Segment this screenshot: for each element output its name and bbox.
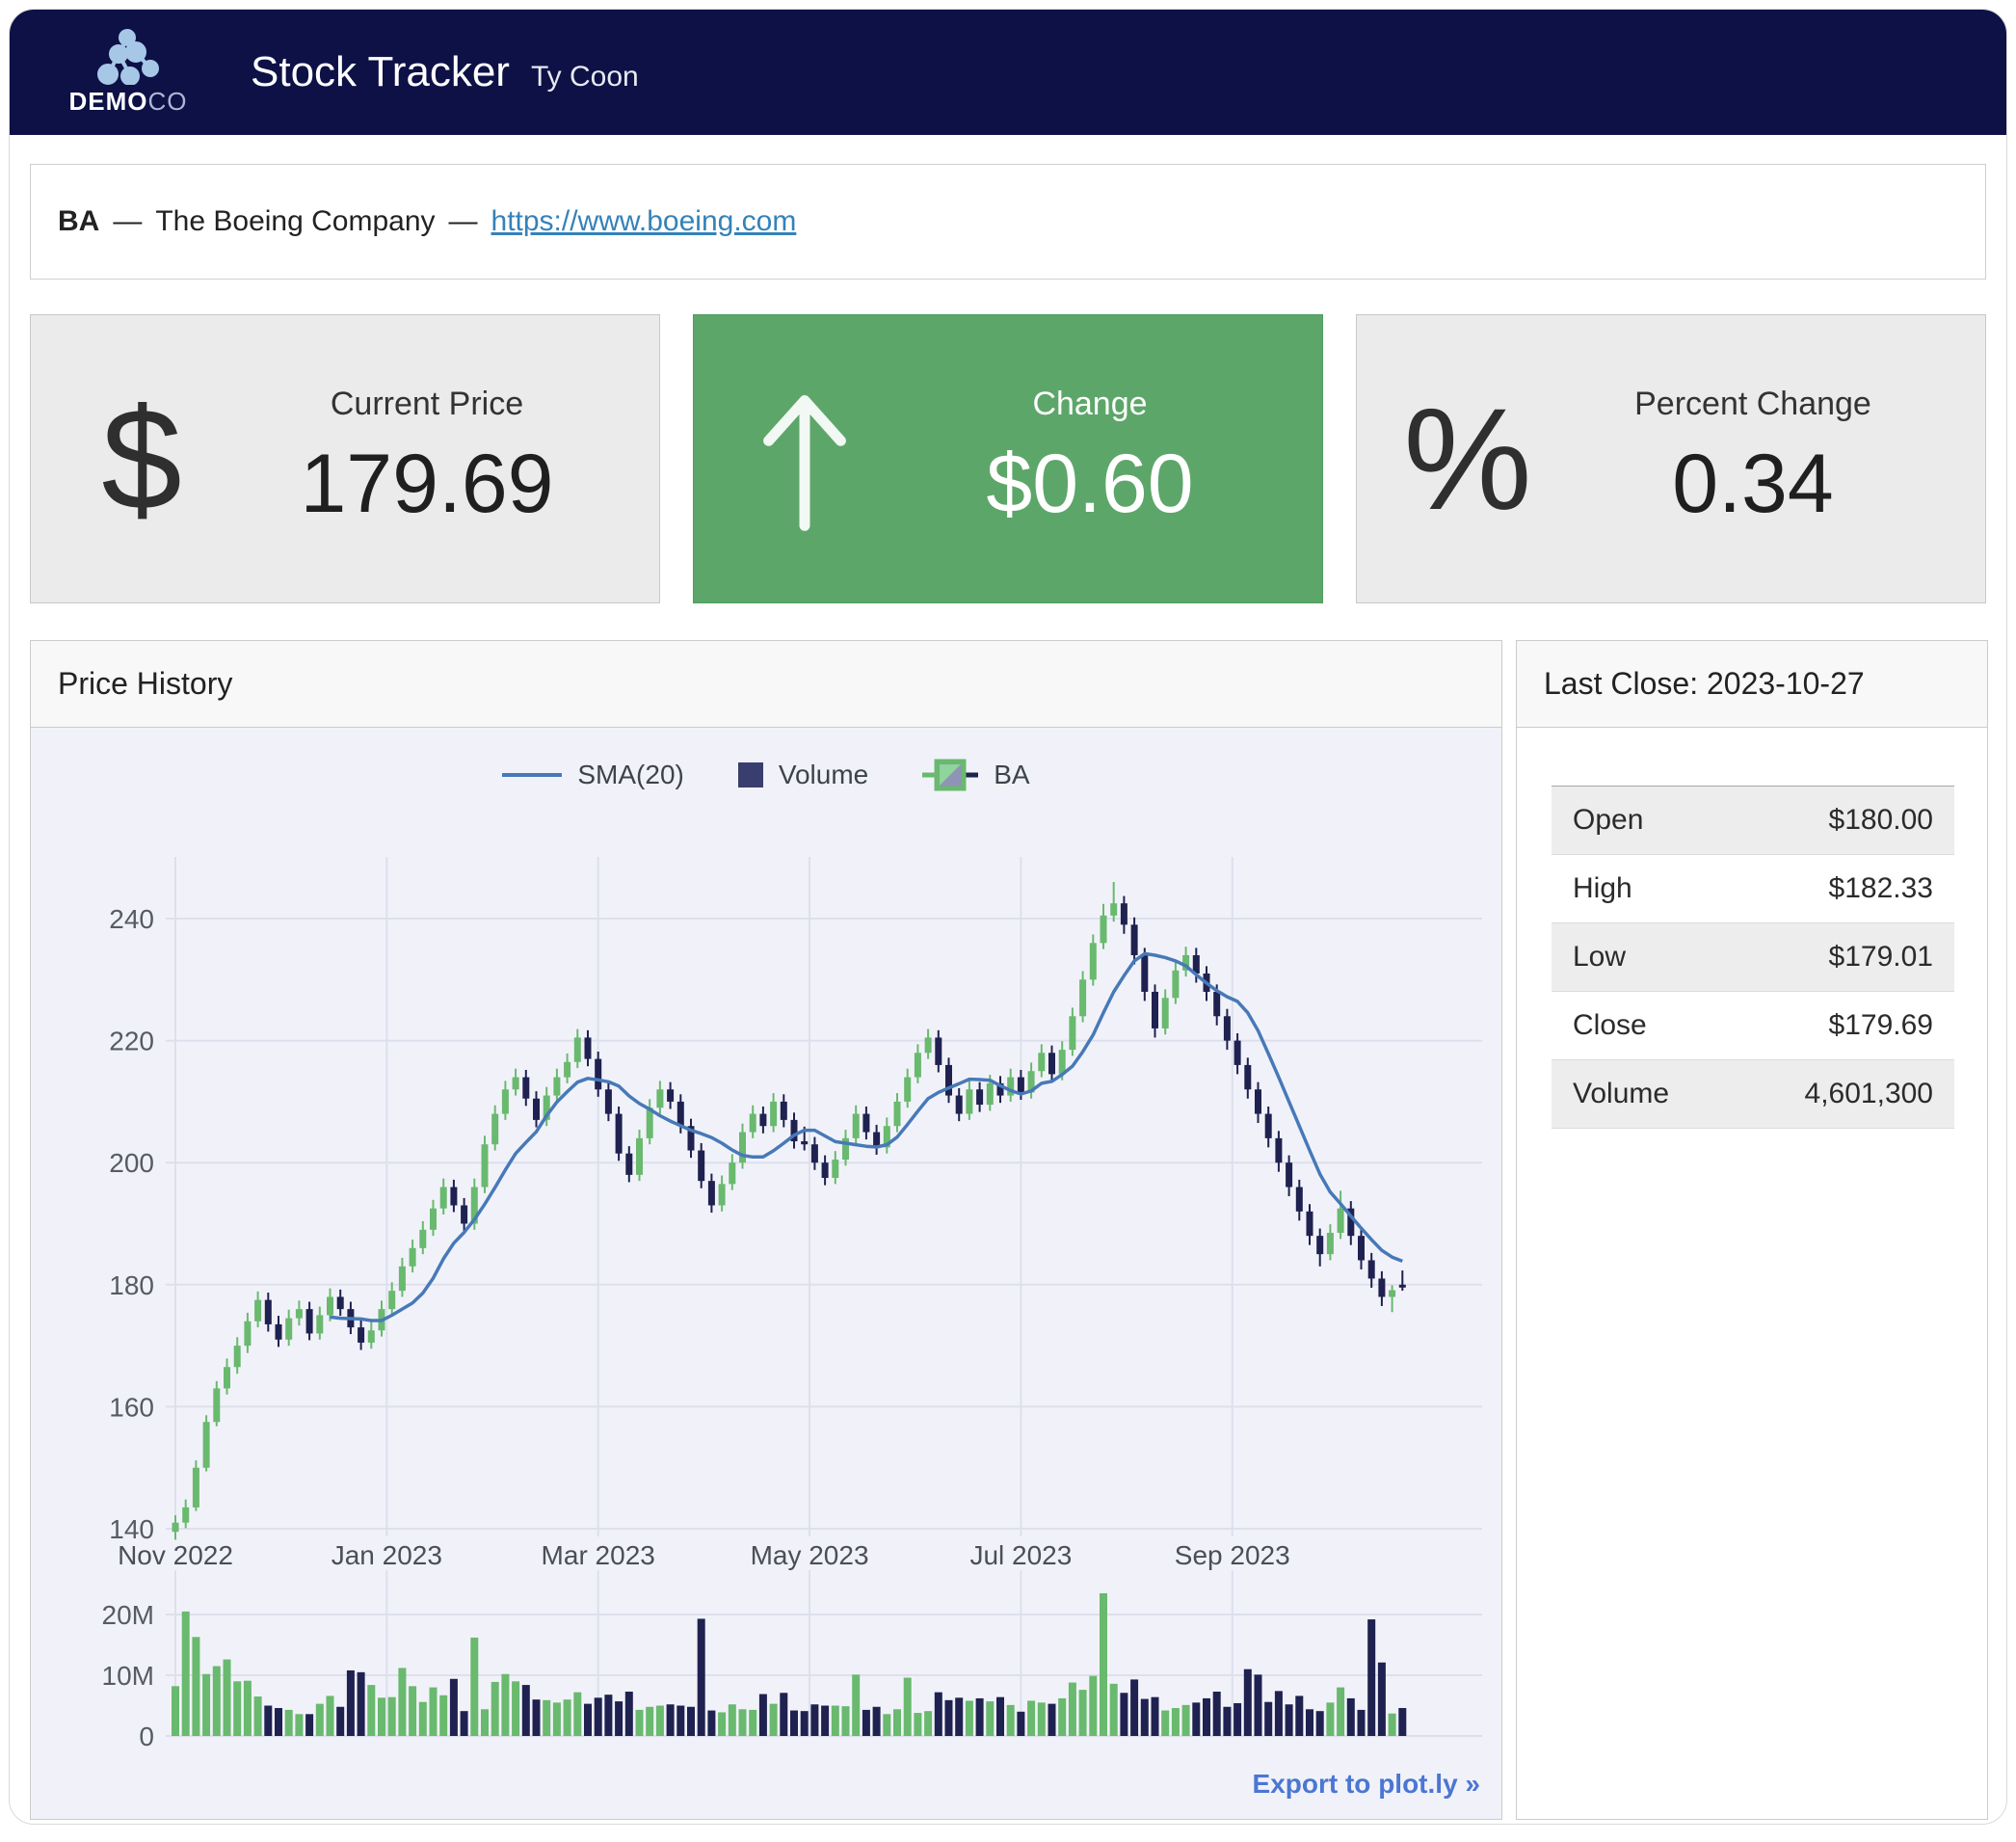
volume-swatch [738, 762, 763, 788]
app-window: DEMOCO Stock Tracker Ty Coon BA — The Bo… [9, 9, 2007, 1825]
svg-text:May 2023: May 2023 [751, 1540, 869, 1570]
stat-cards-row: $ Current Price 179.69 Change $0.60 [30, 314, 1986, 603]
row-value: 4,601,300 [1732, 1060, 1954, 1129]
brand-name: DEMOCO [69, 87, 188, 117]
page-subtitle: Ty Coon [531, 61, 639, 93]
legend-label: SMA(20) [577, 760, 683, 790]
chart-legend: SMA(20) Volume BA [31, 732, 1501, 818]
separator: — [449, 205, 478, 238]
svg-text:Nov 2022: Nov 2022 [118, 1540, 233, 1570]
top-header: DEMOCO Stock Tracker Ty Coon [10, 10, 2006, 135]
row-label: Open [1552, 787, 1732, 855]
company-bar: BA — The Boeing Company — https://www.bo… [30, 164, 1986, 280]
row-label: Close [1552, 992, 1732, 1060]
title-block: Stock Tracker Ty Coon [251, 48, 639, 96]
table-row: High$182.33 [1552, 855, 1954, 923]
price-history-chart-area: SMA(20) Volume BA [31, 728, 1501, 1819]
last-close-header: Last Close: 2023-10-27 [1517, 641, 1987, 728]
volume-chart-svg[interactable]: 20M 10M 0 [31, 1570, 1503, 1763]
sma-line-swatch [502, 773, 562, 777]
svg-text:Jan 2023: Jan 2023 [332, 1540, 442, 1570]
change-card: Change $0.60 [693, 314, 1323, 603]
legend-label: Volume [779, 760, 868, 790]
panels-row: Price History SMA(20) Volume [30, 640, 1986, 1820]
price-history-header: Price History [31, 641, 1501, 728]
card-label: Current Price [331, 386, 523, 423]
table-row: Close$179.69 [1552, 992, 1954, 1060]
legend-item-ba[interactable]: BA [922, 757, 1029, 793]
up-arrow-icon [752, 377, 858, 541]
row-value: $182.33 [1732, 855, 1954, 923]
current-price-value: 179.69 [300, 437, 553, 532]
last-close-panel: Last Close: 2023-10-27 Open$180.00High$1… [1516, 640, 1988, 1820]
legend-label: BA [994, 760, 1029, 790]
last-close-body: Open$180.00High$182.33Low$179.01Close$17… [1517, 786, 1987, 1129]
svg-text:Sep 2023: Sep 2023 [1175, 1540, 1290, 1570]
price-history-panel: Price History SMA(20) Volume [30, 640, 1502, 1820]
row-value: $180.00 [1732, 787, 1954, 855]
svg-text:160: 160 [109, 1392, 154, 1422]
card-label: Change [1032, 386, 1147, 423]
quote-table: Open$180.00High$182.33Low$179.01Close$17… [1552, 786, 1954, 1129]
change-value: $0.60 [986, 437, 1193, 532]
svg-text:200: 200 [109, 1148, 154, 1178]
legend-item-sma[interactable]: SMA(20) [502, 760, 683, 790]
current-price-card: $ Current Price 179.69 [30, 314, 660, 603]
percent-icon: % [1403, 376, 1531, 543]
company-ticker: BA [58, 205, 99, 238]
svg-text:Jul 2023: Jul 2023 [969, 1540, 1072, 1570]
percent-change-value: 0.34 [1672, 437, 1833, 532]
svg-text:20M: 20M [102, 1600, 154, 1630]
card-label: Percent Change [1634, 386, 1871, 423]
molecule-icon [95, 29, 161, 85]
export-plotly-link[interactable]: Export to plot.ly » [1253, 1769, 1480, 1800]
price-chart-svg[interactable]: 140160180200220240Nov 2022Jan 2023Mar 20… [31, 818, 1503, 1570]
row-value: $179.69 [1732, 992, 1954, 1060]
export-row: Export to plot.ly » [31, 1763, 1501, 1805]
row-value: $179.01 [1732, 923, 1954, 992]
row-label: High [1552, 855, 1732, 923]
separator: — [113, 205, 142, 238]
table-row: Open$180.00 [1552, 787, 1954, 855]
company-website-link[interactable]: https://www.boeing.com [491, 205, 797, 238]
candlestick-swatch [922, 757, 978, 793]
svg-text:180: 180 [109, 1270, 154, 1300]
table-row: Volume4,601,300 [1552, 1060, 1954, 1129]
percent-change-card: % Percent Change 0.34 [1356, 314, 1986, 603]
legend-item-volume[interactable]: Volume [738, 760, 868, 790]
brand-logo: DEMOCO [66, 29, 191, 117]
table-row: Low$179.01 [1552, 923, 1954, 992]
company-name: The Boeing Company [155, 205, 435, 238]
svg-text:10M: 10M [102, 1661, 154, 1691]
row-label: Low [1552, 923, 1732, 992]
svg-text:220: 220 [109, 1027, 154, 1056]
dollar-icon: $ [101, 376, 181, 543]
svg-text:Mar 2023: Mar 2023 [542, 1540, 655, 1570]
row-label: Volume [1552, 1060, 1732, 1129]
page-title: Stock Tracker [251, 48, 510, 96]
svg-text:0: 0 [139, 1722, 154, 1751]
svg-text:240: 240 [109, 904, 154, 934]
